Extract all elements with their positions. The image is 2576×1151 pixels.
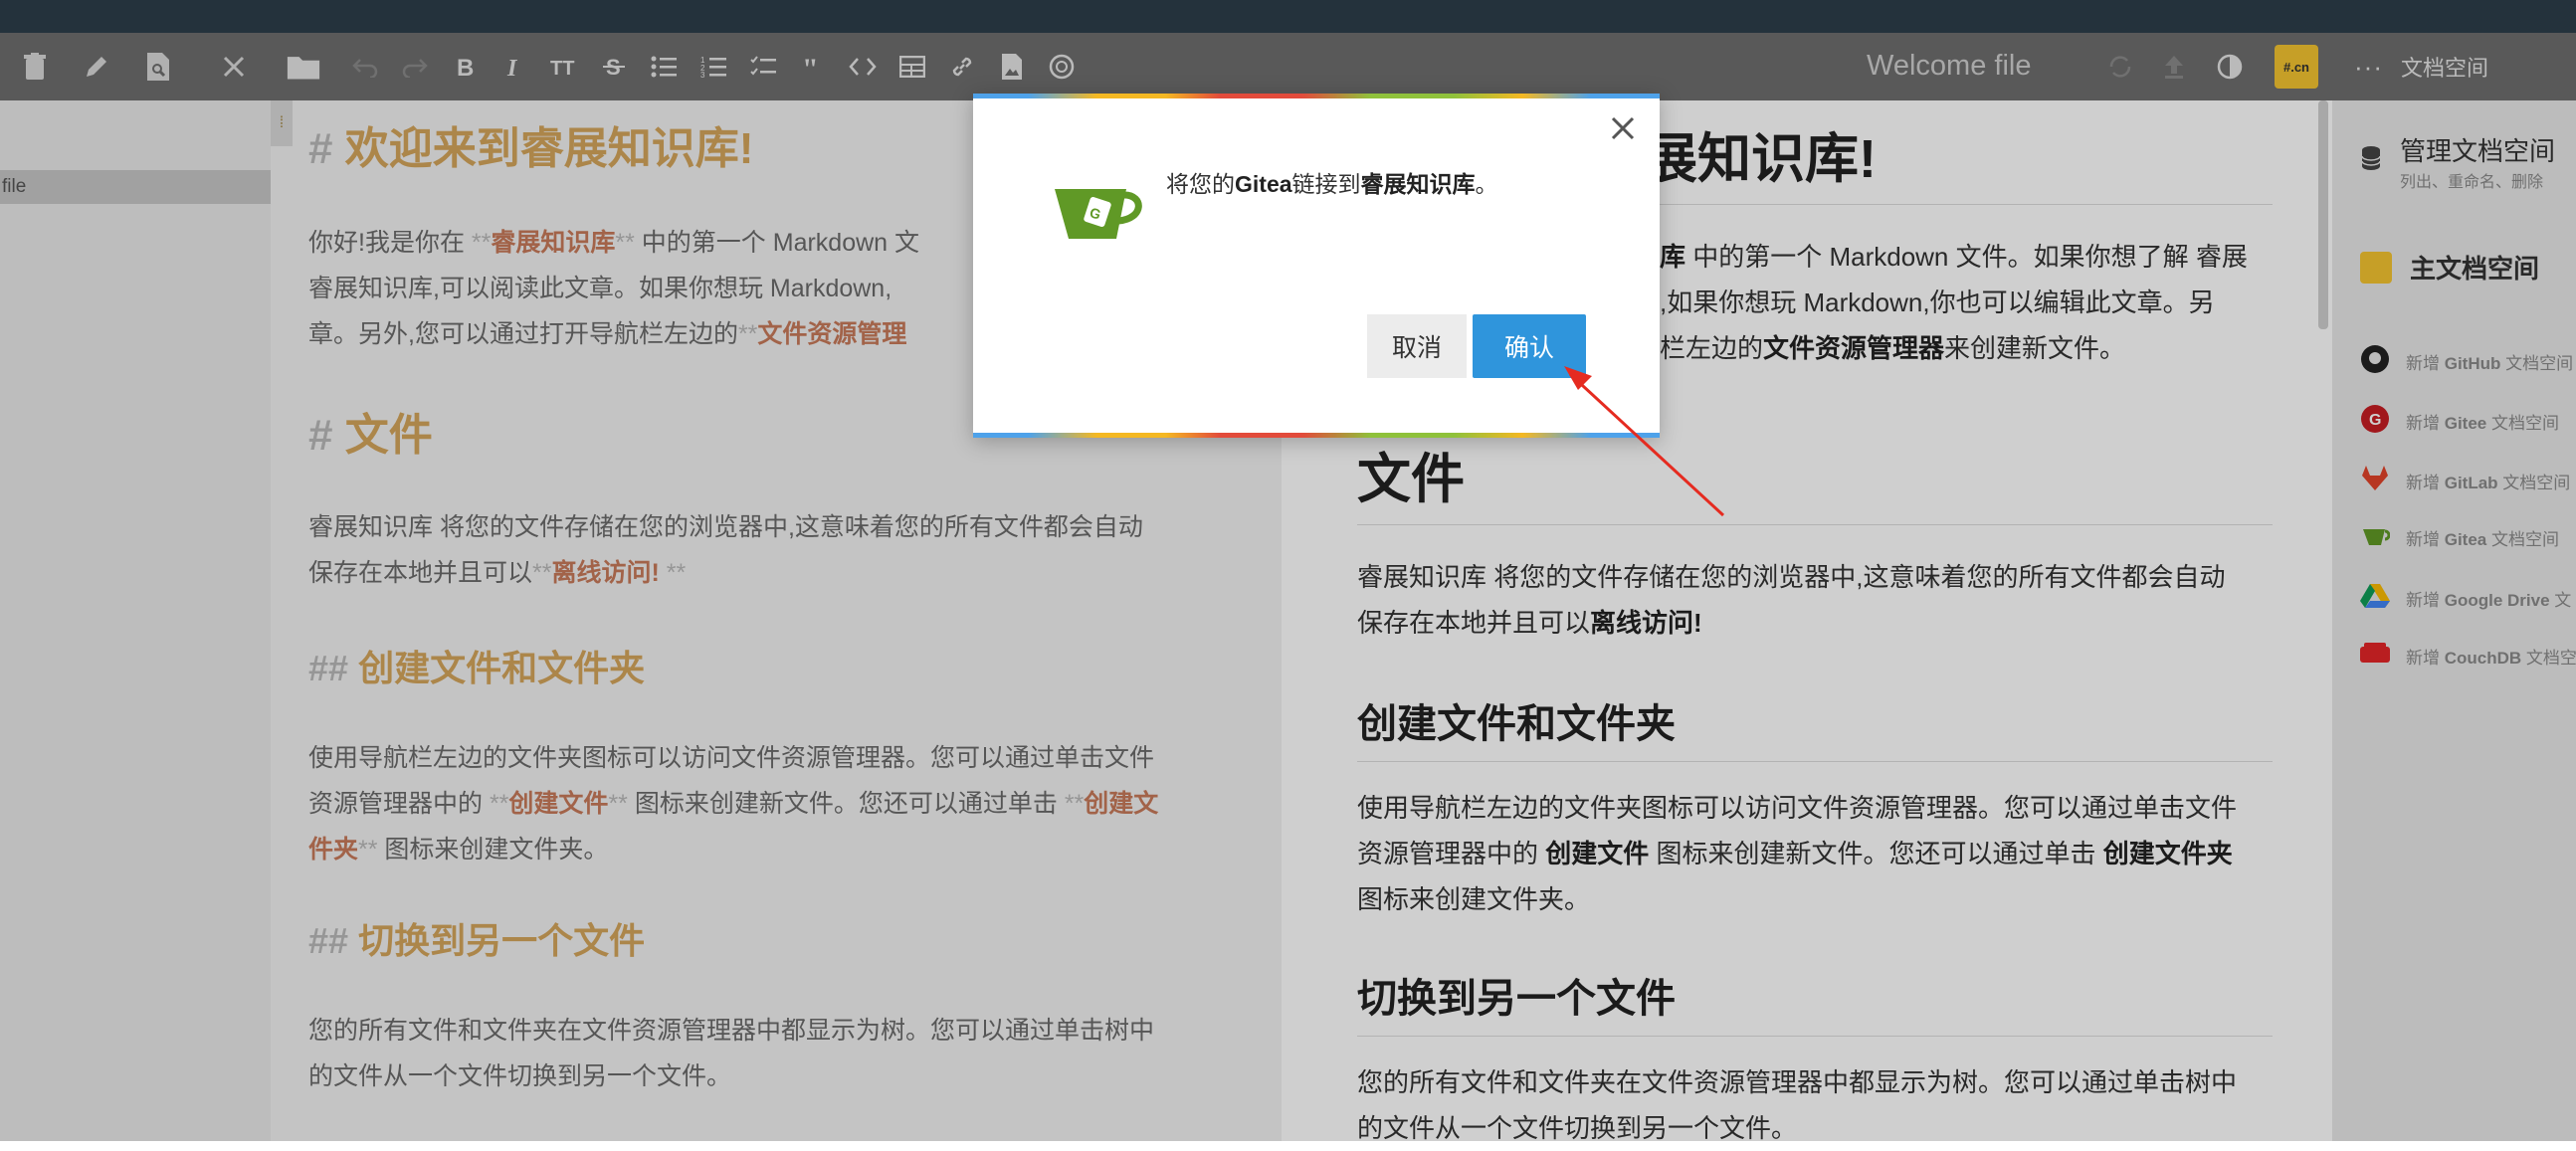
- gitea-logo-icon: G: [1047, 175, 1142, 246]
- dialog-text: 链接到: [1291, 171, 1361, 197]
- dialog-text: 将您的: [1166, 171, 1235, 197]
- annotation-arrow: [1564, 366, 1725, 517]
- dialog-text-strong: Gitea: [1235, 171, 1292, 197]
- cancel-button[interactable]: 取消: [1367, 314, 1467, 378]
- dialog-close-icon[interactable]: [1606, 111, 1640, 145]
- dialog-top-bar: [973, 94, 1660, 98]
- dialog-text-strong: 睿展知识库: [1360, 171, 1476, 197]
- dialog-text: 。: [1475, 171, 1498, 197]
- dialog-message: 将您的Gitea链接到睿展知识库。: [1166, 165, 1498, 199]
